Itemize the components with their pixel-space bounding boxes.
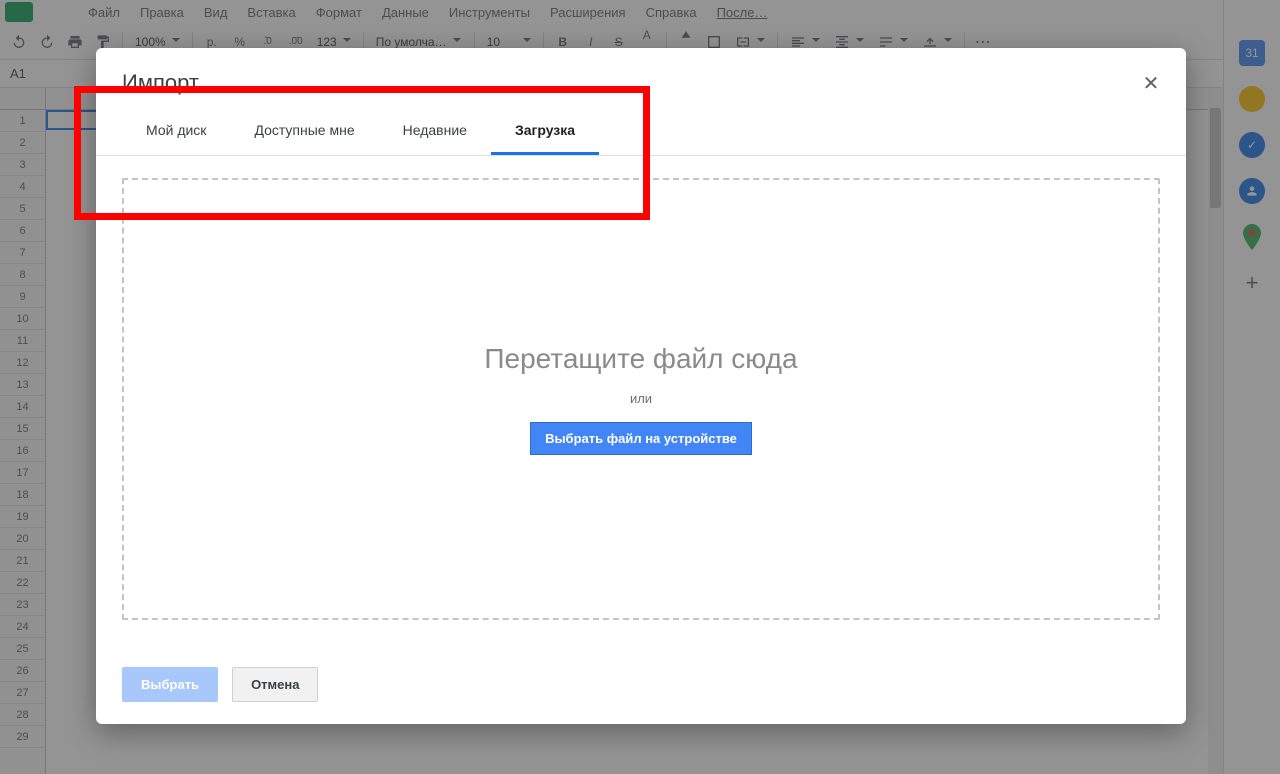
dialog-tabs: Мой диск Доступные мне Недавние Загрузка [96, 122, 1186, 156]
import-dialog: Импорт ✕ Мой диск Доступные мне Недавние… [96, 48, 1186, 724]
tab-shared[interactable]: Доступные мне [230, 122, 378, 155]
tab-my-drive[interactable]: Мой диск [122, 122, 230, 155]
dropzone-heading: Перетащите файл сюда [484, 343, 797, 375]
browse-file-button[interactable]: Выбрать файл на устройстве [530, 422, 752, 455]
close-button[interactable]: ✕ [1138, 70, 1164, 96]
tab-recent[interactable]: Недавние [379, 122, 491, 155]
select-button: Выбрать [122, 667, 218, 702]
dialog-actions: Выбрать Отмена [96, 649, 1186, 724]
tab-upload[interactable]: Загрузка [491, 122, 599, 155]
cancel-button[interactable]: Отмена [232, 667, 318, 702]
dialog-title: Импорт [96, 48, 1186, 96]
file-dropzone[interactable]: Перетащите файл сюда или Выбрать файл на… [122, 178, 1160, 620]
dialog-body: Перетащите файл сюда или Выбрать файл на… [96, 156, 1186, 649]
dropzone-or-label: или [630, 391, 652, 406]
close-icon: ✕ [1143, 71, 1160, 96]
